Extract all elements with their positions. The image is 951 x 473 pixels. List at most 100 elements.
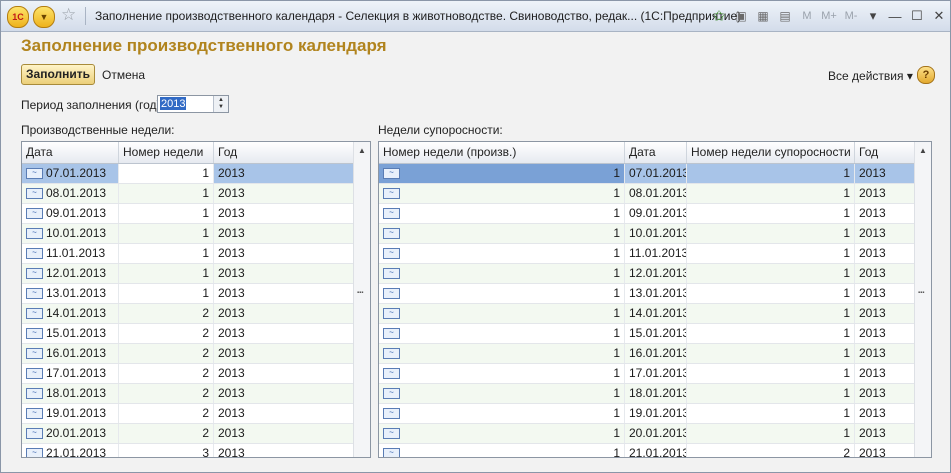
table-row[interactable]: ~08.01.2013 1 2013 — [22, 184, 370, 204]
cell-value: 1 — [202, 266, 209, 280]
record-icon: ~ — [383, 388, 400, 399]
table-cell: 1 — [119, 224, 214, 243]
table-cell: ~20.01.2013 — [22, 424, 119, 443]
cell-value: 1 — [613, 246, 620, 260]
add-favorite-icon[interactable]: ✩ — [708, 5, 730, 27]
table-cell: 1 — [119, 284, 214, 303]
table-row[interactable]: ~1 12.01.2013 1 2013 — [379, 264, 931, 284]
cell-value: 2013 — [859, 206, 886, 220]
record-icon: ~ — [383, 268, 400, 279]
table-row[interactable]: ~1 19.01.2013 1 2013 — [379, 404, 931, 424]
table-row[interactable]: ~21.01.2013 3 2013 — [22, 444, 370, 457]
column-header-year[interactable]: Год — [214, 142, 355, 163]
table-row[interactable]: ~1 10.01.2013 1 2013 — [379, 224, 931, 244]
table-cell: 1 — [687, 344, 855, 363]
maximize-icon[interactable]: ☐ — [906, 5, 928, 27]
scroll-thumb-icon[interactable]: ▪▪▪ — [918, 290, 927, 296]
table-cell: 2 — [119, 364, 214, 383]
spin-up-icon[interactable]: ▲ — [218, 97, 224, 103]
table-cell: 1 — [687, 264, 855, 283]
table-cell: 19.01.2013 — [625, 404, 687, 423]
table-row[interactable]: ~1 09.01.2013 1 2013 — [379, 204, 931, 224]
record-icon: ~ — [383, 248, 400, 259]
memory-m-button[interactable]: M — [796, 5, 818, 27]
scroll-thumb-icon[interactable]: ▪▪▪ — [357, 290, 366, 296]
table-row[interactable]: ~20.01.2013 2 2013 — [22, 424, 370, 444]
table-row[interactable]: ~18.01.2013 2 2013 — [22, 384, 370, 404]
app-logo-icon[interactable]: 1С — [7, 6, 29, 28]
vertical-scrollbar[interactable]: ▲ ▪▪▪ — [353, 142, 370, 457]
table-row[interactable]: ~07.01.2013 1 2013 — [22, 164, 370, 184]
table-cell: 3 — [119, 444, 214, 457]
scroll-up-icon[interactable]: ▲ — [358, 146, 366, 155]
table-cell: ~1 — [379, 444, 625, 457]
cell-value: 1 — [613, 366, 620, 380]
table-row[interactable]: ~1 18.01.2013 1 2013 — [379, 384, 931, 404]
table-row[interactable]: ~1 08.01.2013 1 2013 — [379, 184, 931, 204]
cell-value: 21.01.2013 — [629, 446, 687, 458]
production-weeks-table[interactable]: Дата Номер недели Год ~07.01.2013 1 2013 ~0… — [21, 141, 371, 458]
all-actions-menu[interactable]: Все действия ▾ — [828, 69, 913, 83]
table-row[interactable]: ~1 07.01.2013 1 2013 — [379, 164, 931, 184]
main-menu-dropdown-icon[interactable]: ▼ — [33, 6, 55, 28]
toolbar-menu-icon[interactable]: ▾ — [862, 5, 884, 27]
table-row[interactable]: ~09.01.2013 1 2013 — [22, 204, 370, 224]
record-icon: ~ — [383, 308, 400, 319]
table-row[interactable]: ~1 14.01.2013 1 2013 — [379, 304, 931, 324]
history-icon[interactable]: ▣ — [730, 5, 752, 27]
table-cell: ~1 — [379, 244, 625, 263]
table-cell: 2013 — [855, 184, 916, 203]
column-header-pregnancy-week[interactable]: Номер недели супоросности — [687, 142, 855, 163]
cell-value: 13.01.2013 — [629, 286, 687, 300]
table-row[interactable]: ~10.01.2013 1 2013 — [22, 224, 370, 244]
cell-value: 19.01.2013 — [629, 406, 687, 420]
column-header-year[interactable]: Год — [855, 142, 916, 163]
column-header-date[interactable]: Дата — [22, 142, 119, 163]
pregnancy-weeks-table[interactable]: Номер недели (произв.) Дата Номер недели… — [378, 141, 932, 458]
calendar-icon[interactable]: ▤ — [774, 5, 796, 27]
cell-value: 2013 — [859, 166, 886, 180]
table-cell: 1 — [687, 284, 855, 303]
memory-minus-button[interactable]: M- — [840, 5, 862, 27]
table-row[interactable]: ~1 20.01.2013 1 2013 — [379, 424, 931, 444]
table-row[interactable]: ~14.01.2013 2 2013 — [22, 304, 370, 324]
column-header-date[interactable]: Дата — [625, 142, 687, 163]
table-row[interactable]: ~16.01.2013 2 2013 — [22, 344, 370, 364]
table-row[interactable]: ~1 21.01.2013 2 2013 — [379, 444, 931, 458]
table-cell: 2013 — [214, 324, 355, 343]
vertical-scrollbar[interactable]: ▲ ▪▪▪ — [914, 142, 931, 457]
cell-value: 1 — [843, 166, 850, 180]
help-icon[interactable]: ? — [917, 66, 935, 84]
spin-down-icon[interactable]: ▼ — [218, 104, 224, 110]
cancel-button[interactable]: Отмена — [102, 68, 145, 82]
period-spinner[interactable]: ▲ ▼ — [213, 96, 228, 112]
column-header-production-week[interactable]: Номер недели (произв.) — [379, 142, 625, 163]
table-row[interactable]: ~1 17.01.2013 1 2013 — [379, 364, 931, 384]
cell-value: 1 — [613, 326, 620, 340]
table-row[interactable]: ~17.01.2013 2 2013 — [22, 364, 370, 384]
calculator-icon[interactable]: ▦ — [752, 5, 774, 27]
table-row[interactable]: ~1 13.01.2013 1 2013 — [379, 284, 931, 304]
period-year-input[interactable]: 2013 ▲ ▼ — [157, 95, 229, 113]
table-cell: 13.01.2013 — [625, 284, 687, 303]
close-icon[interactable]: ✕ — [928, 5, 950, 27]
table-row[interactable]: ~12.01.2013 1 2013 — [22, 264, 370, 284]
table-row[interactable]: ~11.01.2013 1 2013 — [22, 244, 370, 264]
fill-button[interactable]: Заполнить — [21, 64, 95, 85]
table-row[interactable]: ~15.01.2013 2 2013 — [22, 324, 370, 344]
memory-plus-button[interactable]: M+ — [818, 5, 840, 27]
column-header-week-number[interactable]: Номер недели — [119, 142, 214, 163]
cell-value: 1 — [843, 246, 850, 260]
table-cell: 2013 — [855, 244, 916, 263]
table-row[interactable]: ~13.01.2013 1 2013 — [22, 284, 370, 304]
table-cell: 2013 — [855, 444, 916, 457]
table-row[interactable]: ~1 16.01.2013 1 2013 — [379, 344, 931, 364]
cell-value: 2013 — [859, 226, 886, 240]
table-row[interactable]: ~19.01.2013 2 2013 — [22, 404, 370, 424]
scroll-up-icon[interactable]: ▲ — [919, 146, 927, 155]
cell-value: 2013 — [218, 266, 245, 280]
minimize-icon[interactable]: — — [884, 5, 906, 27]
favorite-star-icon[interactable]: ☆ — [61, 5, 76, 25]
table-row[interactable]: ~1 11.01.2013 1 2013 — [379, 244, 931, 264]
table-row[interactable]: ~1 15.01.2013 1 2013 — [379, 324, 931, 344]
